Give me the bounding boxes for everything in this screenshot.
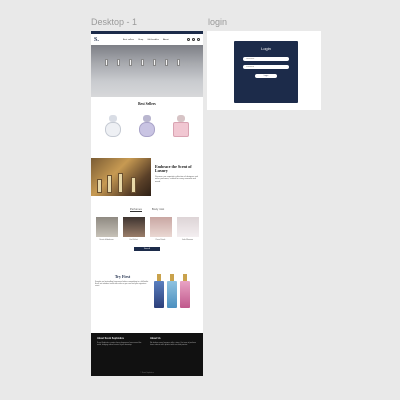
footer-column: About Scent Sophistica Scent Sophistica … [97, 337, 144, 372]
password-field[interactable] [243, 65, 289, 69]
login-frame-label: login [208, 17, 228, 27]
login-title: Login [261, 46, 271, 51]
product-name: Jade Blossom [181, 238, 194, 241]
spray-body [180, 280, 190, 308]
perfume-cap [143, 115, 151, 122]
product-name: Oud Velvet [129, 238, 138, 241]
luxury-heading: Embrace the Scent of Luxury [155, 164, 192, 174]
try-first-text: Try First Sample our bestselling fragran… [95, 268, 150, 308]
luxury-section: Embrace the Scent of Luxury Discover our… [91, 158, 203, 196]
spray-body [154, 280, 164, 308]
luxury-bottle [97, 179, 102, 193]
try-first-section: Try First Sample our bestselling fragran… [91, 268, 203, 308]
product-name: Rose Petals [155, 238, 166, 241]
nav-links: Best sellers Shop Gift bundles About [123, 39, 169, 41]
navbar: S. Best sellers Shop Gift bundles About [91, 34, 203, 45]
login-card: Login Login [234, 41, 298, 103]
perfume-bottle [105, 122, 121, 137]
try-first-body: Sample our bestselling fragrances before… [95, 280, 149, 288]
product-image [176, 217, 199, 237]
footer-col1-body: Scent Sophistica curates luxury fragranc… [97, 342, 142, 347]
product-image [149, 217, 172, 237]
luxury-text: Embrace the Scent of Luxury Discover our… [151, 158, 203, 196]
login-button[interactable]: Login [255, 74, 277, 78]
spray-nozzle [170, 273, 174, 281]
search-icon[interactable] [187, 38, 190, 41]
nav-link-best-sellers[interactable]: Best sellers [123, 39, 134, 41]
nav-icons [187, 38, 200, 41]
best-sellers-title: Best Sellers [138, 102, 156, 106]
body-mist-bottle[interactable] [154, 273, 164, 308]
product-grid: Scent of Ambrose Oud Velvet Rose Petals … [91, 217, 203, 241]
hero-bottle [105, 59, 108, 66]
nav-link-shop[interactable]: Shop [138, 39, 143, 41]
product-image [122, 217, 145, 237]
perfume-cap [109, 115, 117, 122]
product-image [95, 217, 118, 237]
spray-body [167, 280, 177, 308]
user-icon[interactable] [192, 38, 195, 41]
body-mist-bottle[interactable] [167, 273, 177, 308]
product-card[interactable]: Scent of Ambrose [95, 217, 118, 241]
hero-bottle [141, 59, 144, 66]
spray-nozzle [157, 273, 161, 281]
site-logo[interactable]: S. [94, 37, 99, 43]
tab-body-mist[interactable]: Body mist [152, 207, 164, 212]
login-frame: Login Login [207, 31, 321, 110]
spray-nozzle [183, 273, 187, 281]
footer-column: About Us We believe every fragrance tell… [150, 337, 197, 372]
luxury-bottle [118, 173, 123, 193]
desktop-frame-label: Desktop - 1 [91, 17, 138, 27]
footer: About Scent Sophistica Scent Sophistica … [91, 333, 203, 376]
cart-icon[interactable] [197, 38, 200, 41]
product-tabs: Perfumes Body mist [91, 207, 203, 212]
perfume-bottle [139, 122, 155, 137]
product-card[interactable]: Oud Velvet [122, 217, 145, 241]
perfume-bottle [173, 122, 189, 137]
username-field[interactable] [243, 57, 289, 61]
product-name: Scent of Ambrose [99, 238, 114, 241]
try-first-products [150, 268, 190, 308]
hero-bottle [165, 59, 168, 66]
luxury-body: Discover our exquisite collection of des… [155, 175, 198, 183]
nav-link-gift-bundles[interactable]: Gift bundles [147, 39, 159, 41]
best-seller-perfume[interactable] [136, 115, 158, 139]
footer-col2-body: We believe every fragrance tells a story… [150, 342, 196, 347]
hero-banner [91, 45, 203, 97]
product-card[interactable]: Rose Petals [149, 217, 172, 241]
desktop-frame: S. Best sellers Shop Gift bundles About … [91, 31, 203, 376]
luxury-image [91, 158, 151, 196]
best-seller-perfume[interactable] [102, 115, 124, 139]
best-sellers-section: Best Sellers [91, 97, 203, 155]
hero-bottle [117, 59, 120, 66]
body-mist-bottle[interactable] [180, 273, 190, 308]
footer-copyright: © Scent Sophistica [140, 373, 154, 374]
try-first-heading: Try First [114, 273, 131, 279]
perfume-cap [177, 115, 185, 122]
hero-bottle [153, 59, 156, 66]
best-seller-perfume[interactable] [170, 115, 192, 139]
view-all-button[interactable]: View all [134, 246, 160, 251]
tab-perfumes[interactable]: Perfumes [129, 207, 142, 212]
product-card[interactable]: Jade Blossom [176, 217, 199, 241]
footer-col1-title: About Scent Sophistica [97, 337, 124, 340]
hero-bottle [129, 59, 132, 66]
nav-link-about[interactable]: About [163, 39, 169, 41]
best-sellers-row [91, 115, 203, 139]
footer-col2-title: About Us [150, 337, 161, 340]
luxury-bottle [131, 177, 136, 193]
luxury-bottle [107, 175, 112, 193]
hero-bottle [177, 59, 180, 66]
